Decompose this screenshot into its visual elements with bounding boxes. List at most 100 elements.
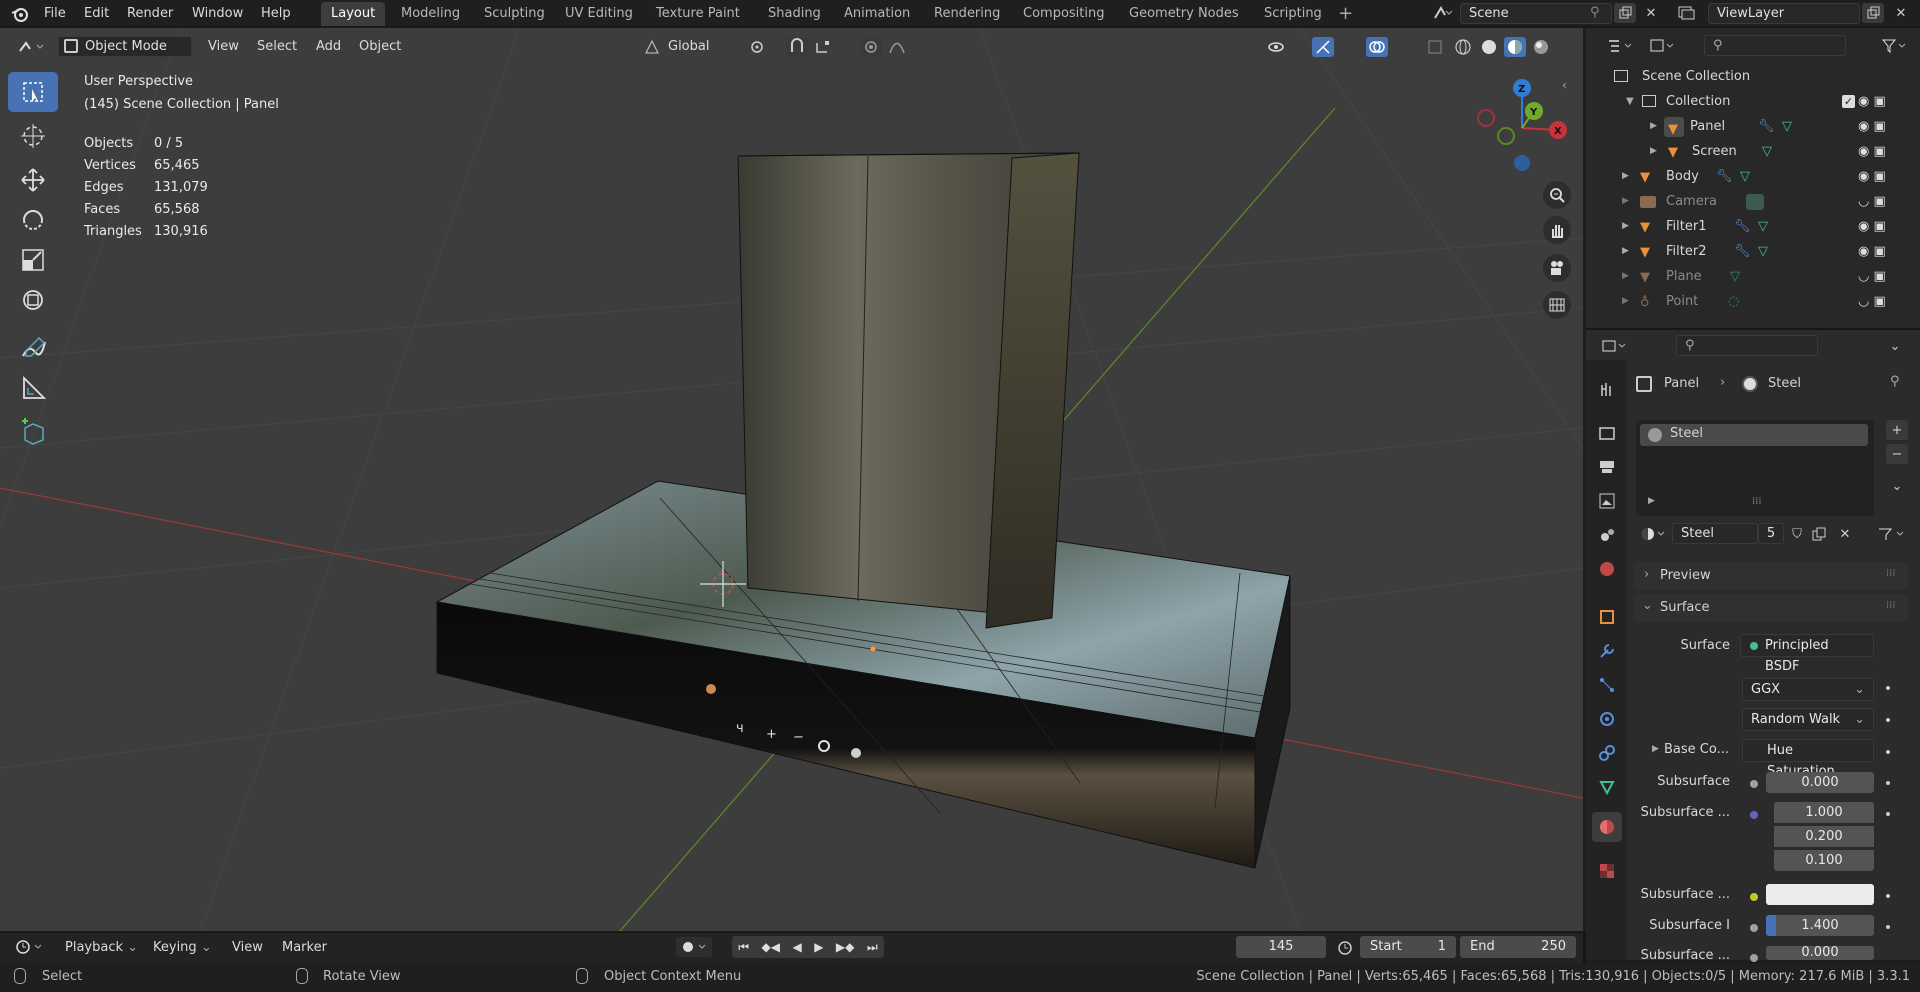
tab-scripting[interactable]: Scripting: [1254, 2, 1332, 26]
jump-end-icon[interactable]: ⏭: [867, 940, 878, 955]
proportional-edit-icon[interactable]: [860, 37, 882, 57]
outliner-row-scene-collection[interactable]: Scene Collection: [1586, 64, 1920, 89]
keyframe-dot-icon[interactable]: [1886, 686, 1890, 690]
move-tool[interactable]: [8, 160, 58, 200]
timeline-editor-type-icon[interactable]: [12, 937, 48, 957]
browse-material-icon[interactable]: [1638, 524, 1670, 544]
eye-icon[interactable]: ◉ ▣: [1858, 89, 1908, 114]
base-color-link-field[interactable]: Hue Saturation...: [1742, 739, 1874, 779]
add-workspace-icon[interactable]: +: [1338, 3, 1353, 24]
tab-modeling[interactable]: Modeling: [391, 2, 470, 26]
gizmo-toggle-icon[interactable]: [1312, 37, 1334, 57]
timeline-view-menu[interactable]: View: [232, 938, 263, 958]
use-preview-range-icon[interactable]: [1334, 937, 1356, 957]
transform-orientation-dropdown[interactable]: Global: [668, 37, 709, 57]
end-frame-field[interactable]: End 250: [1460, 936, 1576, 958]
surface-shader-dropdown[interactable]: Principled BSDF: [1740, 634, 1874, 674]
chevron-right-icon[interactable]: ▶: [1622, 289, 1629, 314]
menu-render[interactable]: Render: [127, 4, 173, 23]
chevron-right-icon[interactable]: ▶: [1622, 189, 1629, 214]
drag-handle-icon[interactable]: ⁞⁞⁞: [1886, 600, 1896, 611]
keyframe-dot-icon[interactable]: [1886, 812, 1890, 816]
display-mode-icon[interactable]: [1646, 36, 1680, 56]
chevron-right-icon[interactable]: ▶: [1622, 239, 1629, 264]
link-type-icon[interactable]: [1874, 524, 1910, 544]
chevron-right-icon[interactable]: ▶: [1622, 264, 1629, 289]
remove-slot-icon[interactable]: −: [1886, 444, 1908, 464]
play-icon[interactable]: ▶: [814, 940, 823, 954]
expand-list-icon[interactable]: ▶: [1648, 496, 1655, 506]
keyframe-dot-icon[interactable]: [1886, 781, 1890, 785]
subsurface-ior-field[interactable]: 1.400: [1766, 915, 1874, 936]
outliner-editor-type-icon[interactable]: [1604, 36, 1638, 56]
eye-icon[interactable]: ◉ ▣: [1858, 139, 1908, 164]
navigation-gizmo[interactable]: Z Y X: [1474, 76, 1570, 176]
tab-geometry-nodes[interactable]: Geometry Nodes: [1119, 2, 1249, 26]
keyframe-dot-icon[interactable]: [1886, 925, 1890, 929]
texture-tab-icon[interactable]: [1592, 856, 1622, 886]
radius-y-field[interactable]: 0.200: [1774, 826, 1874, 847]
eye-closed-icon[interactable]: ◡ ▣: [1858, 189, 1908, 214]
menu-help[interactable]: Help: [261, 4, 291, 23]
tool-settings-tab-icon[interactable]: [1592, 374, 1622, 404]
properties-options-icon[interactable]: ⌄: [1884, 336, 1906, 356]
eye-closed-icon[interactable]: ◡ ▣: [1858, 264, 1908, 289]
tab-rendering[interactable]: Rendering: [924, 2, 1010, 26]
data-tab-icon[interactable]: [1592, 772, 1622, 802]
prev-keyframe-icon[interactable]: ◆◀: [762, 940, 780, 954]
fake-user-shield-icon[interactable]: ⛉: [1786, 524, 1808, 544]
radius-x-field[interactable]: 1.000: [1774, 802, 1874, 823]
preview-panel-header[interactable]: › Preview ⁞⁞⁞: [1634, 562, 1908, 590]
view-layer-field[interactable]: ViewLayer: [1708, 3, 1860, 24]
object-tab-icon[interactable]: [1592, 602, 1622, 632]
resize-handle-icon[interactable]: ⁞⁞⁞: [1752, 496, 1762, 507]
delete-scene-icon[interactable]: ✕: [1640, 3, 1662, 23]
subsurface-value-field[interactable]: 0.000: [1766, 772, 1874, 793]
shading-material-icon[interactable]: [1504, 37, 1526, 57]
tab-texture-paint[interactable]: Texture Paint: [646, 2, 750, 26]
rotate-tool[interactable]: [8, 200, 58, 240]
shading-wireframe-icon[interactable]: [1452, 37, 1474, 57]
distribution-dropdown[interactable]: GGX ⌄: [1742, 678, 1874, 701]
delete-view-layer-icon[interactable]: ✕: [1890, 3, 1912, 23]
eye-closed-icon[interactable]: ◡ ▣: [1858, 289, 1908, 314]
material-name-field[interactable]: Steel: [1672, 523, 1758, 544]
menu-object[interactable]: Object: [359, 37, 401, 57]
subsurface-color-swatch[interactable]: [1766, 884, 1874, 905]
annotate-tool[interactable]: [8, 328, 58, 368]
surface-panel-header[interactable]: ⌄ Surface ⁞⁞⁞: [1634, 594, 1908, 622]
radius-z-field[interactable]: 0.100: [1774, 850, 1874, 871]
keying-menu[interactable]: Keying ⌄: [153, 938, 212, 958]
output-tab-icon[interactable]: [1592, 452, 1622, 482]
menu-add[interactable]: Add: [316, 37, 341, 57]
duplicate-material-icon[interactable]: [1808, 524, 1830, 544]
visibility-selectability-icon[interactable]: [1266, 37, 1288, 57]
unlink-material-icon[interactable]: ✕: [1834, 524, 1856, 544]
menu-edit[interactable]: Edit: [84, 4, 109, 23]
measure-tool[interactable]: [8, 368, 58, 408]
render-tab-icon[interactable]: [1592, 418, 1622, 448]
sidebar-toggle-icon[interactable]: ‹: [1562, 78, 1567, 92]
menu-view[interactable]: View: [208, 37, 239, 57]
marker-menu[interactable]: Marker: [282, 938, 327, 958]
eye-icon[interactable]: ◉ ▣: [1858, 214, 1908, 239]
cursor-tool[interactable]: [8, 116, 58, 156]
overlays-toggle-icon[interactable]: [1366, 37, 1388, 57]
chevron-right-icon[interactable]: ▶: [1622, 214, 1629, 239]
chevron-right-icon[interactable]: ▶: [1650, 139, 1657, 164]
menu-window[interactable]: Window: [192, 4, 243, 23]
outliner-search-input[interactable]: ⚲: [1704, 35, 1846, 56]
jump-start-icon[interactable]: ⏮: [738, 940, 749, 955]
users-count[interactable]: 5: [1758, 523, 1784, 544]
constraints-tab-icon[interactable]: [1592, 738, 1622, 768]
scene-tab-icon[interactable]: [1592, 520, 1622, 550]
start-frame-field[interactable]: Start 1: [1360, 936, 1456, 958]
physics-tab-icon[interactable]: [1592, 704, 1622, 734]
filter-icon[interactable]: [1878, 36, 1912, 56]
shading-solid-icon[interactable]: [1478, 37, 1500, 57]
new-view-layer-icon[interactable]: [1862, 3, 1884, 23]
snap-icon[interactable]: [786, 37, 808, 57]
new-scene-icon[interactable]: [1614, 3, 1636, 23]
eye-icon[interactable]: ◉ ▣: [1858, 114, 1908, 139]
subsurface-method-dropdown[interactable]: Random Walk ⌄: [1742, 708, 1874, 731]
